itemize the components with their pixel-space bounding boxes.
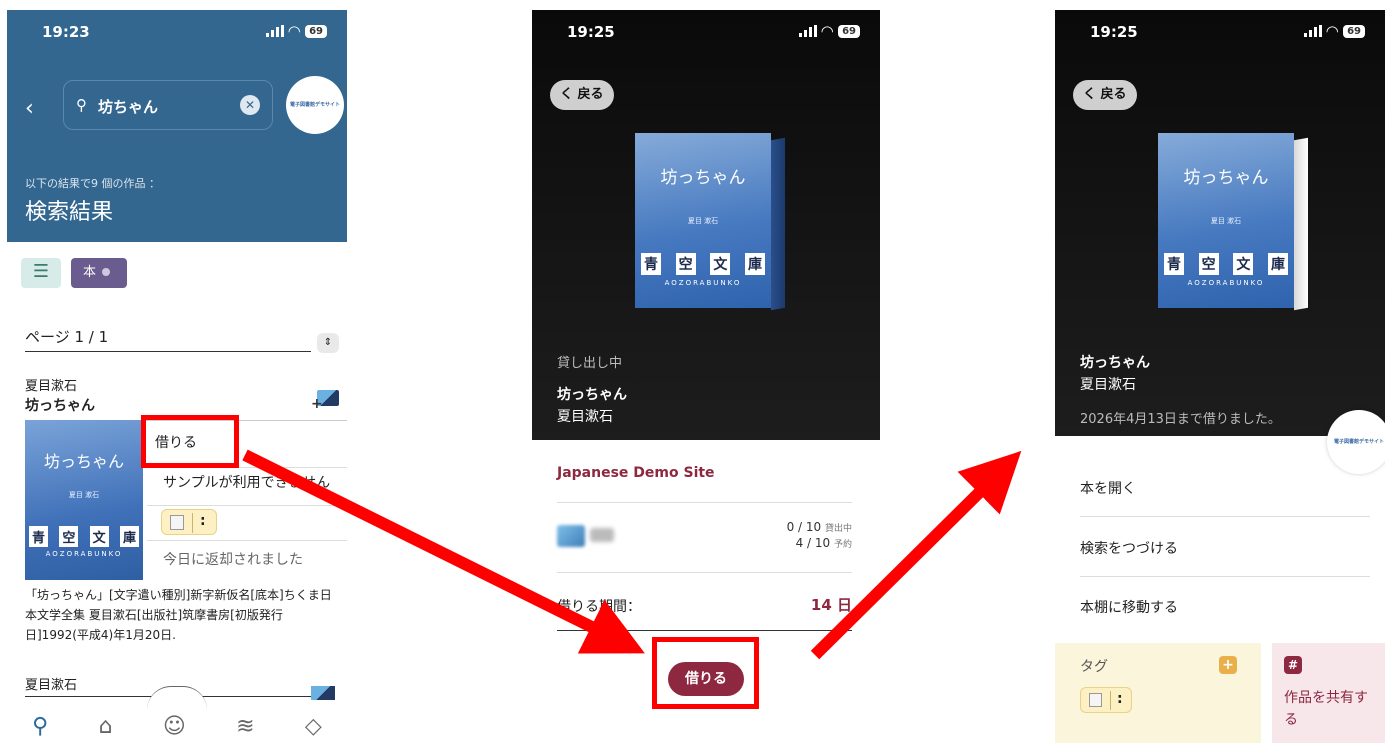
arrow-to-confirmation <box>810 450 1022 660</box>
arrow-to-detail <box>242 449 645 654</box>
flow-arrows <box>242 449 1022 660</box>
